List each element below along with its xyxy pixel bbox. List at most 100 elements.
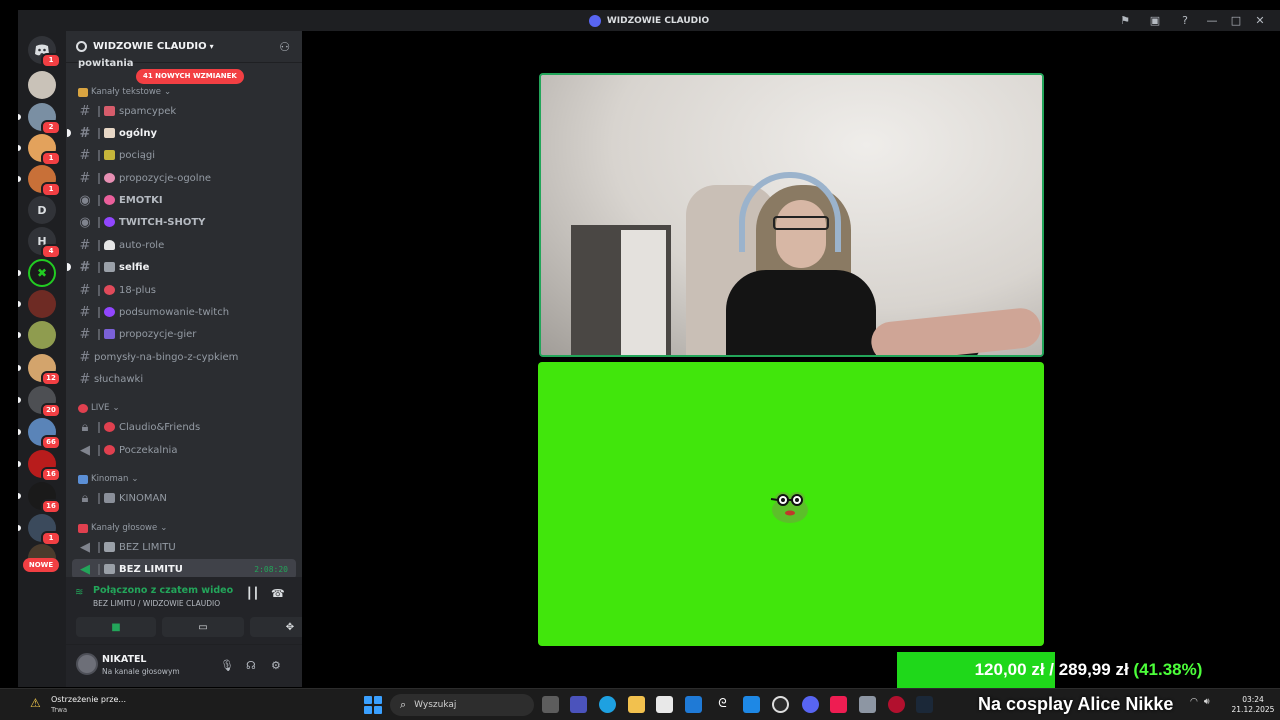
server-icon[interactable]: 1 — [28, 165, 61, 197]
server-icon[interactable] — [28, 290, 56, 318]
server-icon[interactable]: 1 — [28, 514, 61, 546]
new-mentions-pill[interactable]: 41 NOWYCH WZMIANEK — [136, 69, 244, 84]
channel-propozycje-gier[interactable]: # propozycje-gier — [72, 324, 296, 344]
app-window: WIDZOWIE CLAUDIO ⚑ ▣ ? — □ ✕ 1 2 1 1 D H… — [0, 0, 1280, 720]
system-tray[interactable]: ◠ 🔊︎ — [1190, 697, 1210, 707]
voice-channel-bez-limitu-active[interactable]: ◀ BEZ LIMITU 2:08:20 — [72, 559, 296, 579]
server-icon[interactable]: 2 — [28, 103, 61, 135]
noise-suppression-icon[interactable]: ┃┃ — [246, 587, 259, 600]
channel-twitch-shoty[interactable]: ◉ TWITCH-SHOTY — [72, 212, 296, 232]
app-icon[interactable]: ᘓ — [714, 696, 731, 713]
channel-poczekalnia[interactable]: ◀ Poczekalnia — [72, 440, 296, 460]
channel-powitania[interactable]: powitania — [78, 58, 134, 69]
server-icon[interactable] — [28, 321, 56, 349]
server-icon[interactable]: 12 — [28, 354, 61, 386]
task-view-icon[interactable] — [542, 696, 559, 713]
red-circle-icon — [104, 422, 115, 432]
purple-heart-icon — [104, 217, 115, 227]
chevron-down-icon: ▾ — [209, 42, 214, 51]
app-icon[interactable] — [743, 696, 760, 713]
obs-icon[interactable] — [772, 696, 789, 713]
help-icon[interactable]: ? — [1170, 10, 1200, 31]
server-icon[interactable]: 16 — [28, 482, 61, 514]
channel-propozycje-ogolne[interactable]: # propozycje-ogolne — [72, 168, 296, 188]
maximize-icon[interactable]: □ — [1224, 10, 1248, 31]
voice-status[interactable]: Połączono z czatem wideo — [93, 585, 233, 596]
inbox-icon[interactable]: ▣ — [1140, 10, 1170, 31]
lock-icon: 🔒︎ — [81, 490, 89, 506]
channel-selfie[interactable]: # selfie — [67, 257, 296, 277]
chevron-down-icon: ⌄ — [112, 403, 120, 413]
channel-auto-role[interactable]: # auto-role — [72, 235, 296, 255]
new-unreads-pill[interactable]: NOWE — [23, 558, 59, 572]
settings-icon[interactable] — [859, 696, 876, 713]
channel-spamcypek[interactable]: # spamcypek — [72, 101, 296, 121]
channel-claudio-friends[interactable]: 🔒︎ Claudio&Friends — [72, 417, 296, 437]
clock[interactable]: 03:24 21.12.2025 — [1230, 695, 1276, 715]
channel-emoji-icon — [104, 195, 115, 205]
warning-icon[interactable]: ⚠ — [30, 696, 41, 710]
phone-icon — [78, 523, 88, 533]
opera-gx-icon[interactable] — [888, 696, 905, 713]
category-kinoman[interactable]: Kinoman ⌄ — [78, 474, 139, 484]
volume-icon: 🔊︎ — [1203, 697, 1210, 707]
purple-heart-icon — [104, 307, 115, 317]
channel-ogolny[interactable]: # ogólny — [67, 123, 296, 143]
avatar[interactable] — [76, 653, 98, 675]
taskbar-search[interactable]: ⌕ Wyszukaj — [390, 694, 534, 716]
voice-connection-panel: ≋ Połączono z czatem wideo BEZ LIMITU / … — [66, 577, 302, 645]
channel-18-plus[interactable]: #18-plus — [72, 280, 296, 300]
activities-button[interactable]: ✥ — [250, 617, 302, 637]
server-icon[interactable]: 20 — [28, 386, 61, 418]
voice-location[interactable]: BEZ LIMITU / WIDZOWIE CLAUDIO — [93, 599, 220, 608]
close-icon[interactable]: ✕ — [1248, 10, 1272, 31]
file-explorer-icon[interactable] — [628, 696, 645, 713]
channel-sluchawki[interactable]: # słuchawki — [72, 369, 296, 389]
teams-icon[interactable] — [570, 696, 587, 713]
channel-kinoman[interactable]: 🔒︎ KINOMAN — [72, 488, 296, 508]
channel-emotki[interactable]: ◉ EMOTKI — [72, 190, 296, 210]
category-live[interactable]: LIVE ⌄ — [78, 403, 120, 413]
discord-home-icon[interactable]: 1 — [28, 36, 61, 68]
invite-people-icon[interactable]: ⚇ — [279, 40, 290, 54]
weather-alert-title[interactable]: Ostrzeżenie prze... — [51, 695, 126, 704]
wifi-icon: ◠ — [1190, 697, 1198, 707]
speaker-icon: ◀ — [80, 561, 90, 577]
category-voice[interactable]: Kanały głosowe ⌄ — [78, 523, 167, 533]
server-icon[interactable]: 16 — [28, 450, 61, 482]
greenscreen-tile[interactable] — [538, 362, 1044, 646]
edge-icon[interactable] — [599, 696, 616, 713]
hash-icon: # — [79, 170, 91, 186]
settings-gear-icon[interactable]: ⚙ — [271, 659, 281, 672]
mail-icon[interactable] — [685, 696, 702, 713]
server-icon[interactable]: H4 — [28, 227, 61, 259]
disconnect-icon[interactable]: ☎ — [271, 587, 285, 600]
windows-start-icon[interactable] — [364, 696, 382, 714]
avatar[interactable] — [28, 71, 56, 99]
channel-podsumowanie-twitch[interactable]: # podsumowanie-twitch — [72, 302, 296, 322]
channel-pociagi[interactable]: # pociągi — [72, 145, 296, 165]
microphone-icon[interactable]: 🎙︎ — [220, 659, 234, 672]
server-icon[interactable]: D — [28, 196, 56, 224]
voice-channel-bez-limitu[interactable]: ◀ BEZ LIMITU — [72, 537, 296, 557]
minimize-icon[interactable]: — — [1200, 10, 1224, 31]
search-icon: ⌕ — [400, 698, 407, 711]
flag-icon[interactable]: ⚑ — [1110, 10, 1140, 31]
tiktok-icon[interactable] — [830, 696, 847, 713]
store-icon[interactable] — [656, 696, 673, 713]
camera-button[interactable]: ■ — [76, 617, 156, 637]
server-icon[interactable]: 66 — [28, 418, 61, 450]
video-camera-icon: ■ — [111, 621, 121, 633]
server-icon[interactable]: ✖ — [28, 259, 56, 287]
discord-icon[interactable] — [802, 696, 819, 713]
server-icon[interactable]: 1 — [28, 134, 61, 166]
screen-share-button[interactable]: ▭ — [162, 617, 244, 637]
category-text-channels[interactable]: Kanały tekstowe ⌄ — [78, 87, 171, 97]
gamepad-icon — [104, 329, 115, 339]
hash-icon: # — [79, 259, 91, 275]
steam-icon[interactable] — [916, 696, 933, 713]
username[interactable]: NIKATEL — [102, 654, 147, 665]
webcam-tile[interactable] — [539, 73, 1044, 357]
channel-pomysly-na-bingo[interactable]: # pomysły-na-bingo-z-cypkiem — [72, 347, 296, 367]
headphones-icon[interactable]: ☊ — [246, 659, 256, 672]
